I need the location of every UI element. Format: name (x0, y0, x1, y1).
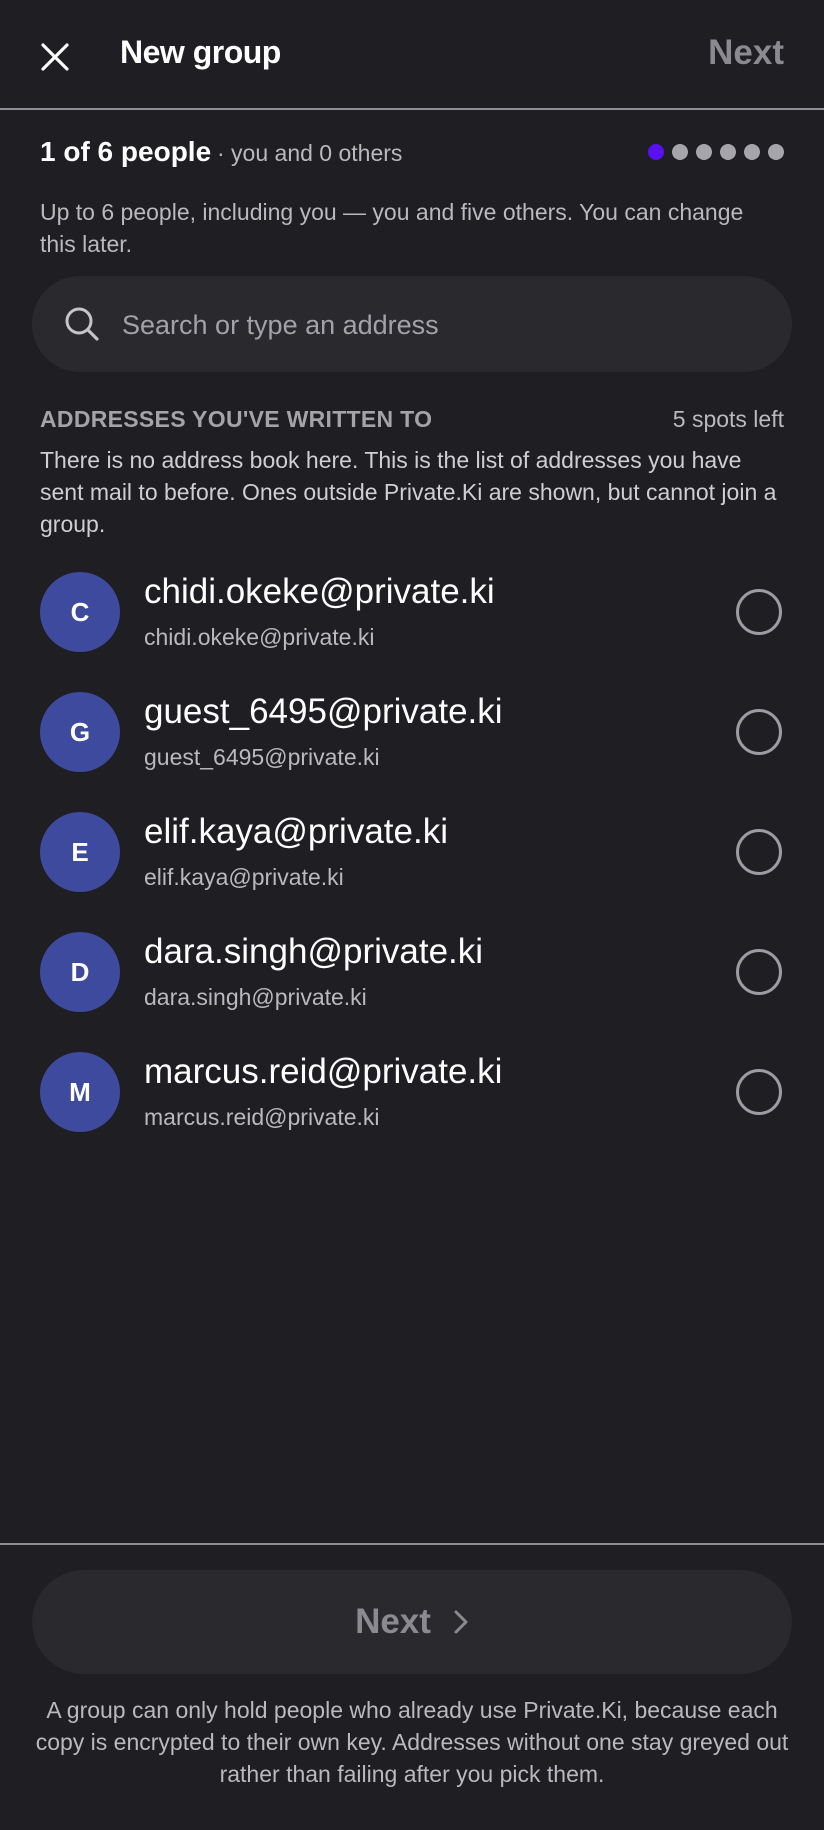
contact-row[interactable]: C chidi.okeke@private.ki chidi.okeke@pri… (0, 552, 824, 672)
next-button-label: Next (355, 1602, 431, 1641)
contact-row[interactable]: G guest_6495@private.ki guest_6495@priva… (0, 672, 824, 792)
section-note: There is no address book here. This is t… (40, 447, 777, 537)
section-title: ADDRESSES YOU'VE WRITTEN TO (40, 406, 433, 432)
spots-left: 5 spots left (672, 406, 784, 432)
close-button[interactable] (30, 32, 80, 82)
footer-divider (0, 1543, 824, 1545)
contact-address: elif.kaya@private.ki (144, 864, 344, 890)
next-button[interactable]: Next (32, 1570, 792, 1674)
contact-name: elif.kaya@private.ki (144, 812, 448, 851)
contact-list: C chidi.okeke@private.ki chidi.okeke@pri… (0, 552, 824, 1152)
progress-dot-empty (768, 144, 784, 160)
progress-dot-empty (744, 144, 760, 160)
footer-note: A group can only hold people who already… (35, 1697, 789, 1787)
page-title: New group (120, 34, 281, 70)
contact-name: dara.singh@private.ki (144, 932, 484, 971)
search-input[interactable] (120, 296, 764, 354)
search-icon (65, 307, 99, 341)
avatar: G (40, 692, 120, 772)
select-radio[interactable] (736, 829, 782, 875)
progress-dot-empty (696, 144, 712, 160)
search-bar[interactable] (32, 276, 792, 372)
contact-address: dara.singh@private.ki (144, 984, 367, 1010)
contact-row[interactable]: E elif.kaya@private.ki elif.kaya@private… (0, 792, 824, 912)
contact-name: chidi.okeke@private.ki (144, 572, 495, 611)
select-radio[interactable] (736, 589, 782, 635)
group-count-row: 1 of 6 people · you and 0 others (40, 134, 784, 174)
contact-address: marcus.reid@private.ki (144, 1104, 380, 1130)
contact-row[interactable]: D dara.singh@private.ki dara.singh@priva… (0, 912, 824, 1032)
select-radio[interactable] (736, 709, 782, 755)
progress-dots (648, 144, 784, 160)
contact-row[interactable]: M marcus.reid@private.ki marcus.reid@pri… (0, 1032, 824, 1152)
close-icon (41, 43, 69, 71)
avatar: D (40, 932, 120, 1012)
chevron-right-icon (454, 1610, 468, 1634)
contact-name: guest_6495@private.ki (144, 692, 503, 731)
avatar: M (40, 1052, 120, 1132)
contact-address: guest_6495@private.ki (144, 744, 380, 770)
avatar: E (40, 812, 120, 892)
intro-text: Up to 6 people, including you — you and … (40, 199, 744, 257)
group-count-detail: · you and 0 others (217, 140, 403, 166)
group-count: 1 of 6 people (40, 136, 212, 167)
contact-address: chidi.okeke@private.ki (144, 624, 375, 650)
top-bar: New group Next (0, 0, 824, 110)
progress-dot-empty (672, 144, 688, 160)
next-button-top[interactable]: Next (708, 33, 784, 73)
select-radio[interactable] (736, 949, 782, 995)
avatar: C (40, 572, 120, 652)
progress-dot-filled (648, 144, 664, 160)
select-radio[interactable] (736, 1069, 782, 1115)
progress-dot-empty (720, 144, 736, 160)
contact-name: marcus.reid@private.ki (144, 1052, 503, 1091)
section-header: ADDRESSES YOU'VE WRITTEN TO 5 spots left (40, 406, 784, 438)
